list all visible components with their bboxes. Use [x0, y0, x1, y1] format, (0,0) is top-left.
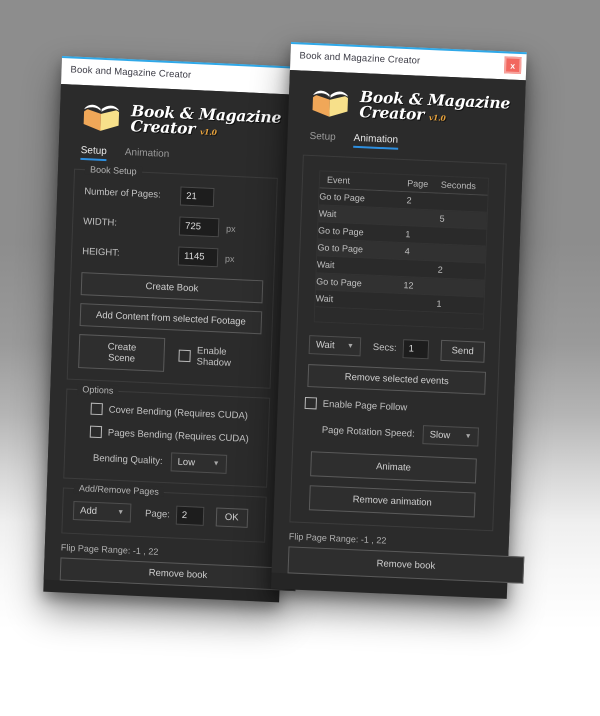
- pages-bending-box[interactable]: [89, 425, 103, 439]
- cover-bending-label: Cover Bending (Requires CUDA): [108, 403, 249, 422]
- logo-line-2-text: Creator: [130, 116, 196, 139]
- group-add-remove-pages: Add/Remove Pages Add ▼ Page: 2 OK: [61, 482, 267, 543]
- cell-seconds: [440, 194, 488, 212]
- remove-selected-events-button[interactable]: Remove selected events: [307, 364, 487, 395]
- cell-seconds: 2: [437, 264, 443, 275]
- page-label: Page:: [144, 508, 171, 521]
- logo-version: v1.0: [199, 127, 217, 138]
- pages-label: Number of Pages:: [84, 186, 161, 201]
- close-icon[interactable]: x: [503, 56, 522, 75]
- enable-page-follow-box[interactable]: [304, 396, 317, 410]
- tab-animation[interactable]: Animation: [124, 147, 170, 164]
- chevron-down-icon: ▼: [212, 460, 220, 468]
- column-seconds: Seconds: [440, 179, 477, 192]
- event-type-value: Wait: [315, 339, 335, 352]
- remove-animation-button[interactable]: Remove animation: [308, 485, 476, 518]
- width-label: WIDTH:: [83, 216, 118, 229]
- height-input[interactable]: 1145: [177, 246, 219, 268]
- window-setup[interactable]: Book and Magazine Creator Book & Magazin…: [43, 56, 298, 603]
- window-body-left: Book & Magazine Creator v1.0 Setup Animat…: [43, 83, 297, 592]
- window-animation[interactable]: Book and Magazine Creator x Book & Magaz…: [270, 42, 527, 599]
- row-add-remove: Add ▼ Page: 2 OK: [72, 500, 255, 528]
- event-type-select[interactable]: Wait ▼: [308, 335, 362, 357]
- open-book-icon: [81, 99, 122, 135]
- row-page-rotation-speed: Page Rotation Speed: Slow ▼: [321, 421, 490, 447]
- create-scene-button[interactable]: Create Scene: [78, 334, 166, 372]
- row-create-scene: Create Scene Enable Shadow: [78, 334, 261, 376]
- row-number-of-pages: Number of Pages: 21: [84, 182, 266, 209]
- pages-input[interactable]: 21: [179, 186, 215, 208]
- pages-bending-checkbox[interactable]: Pages Bending (Requires CUDA): [76, 425, 258, 445]
- logo-version: v1.0: [428, 113, 446, 123]
- window-body-right: Book & Magazine Creator v1.0 Setup Animat…: [271, 69, 526, 584]
- enable-page-follow-checkbox[interactable]: Enable Page Follow: [304, 396, 491, 417]
- page-rotation-speed-select[interactable]: Slow ▼: [422, 425, 479, 447]
- chevron-down-icon: ▼: [346, 342, 355, 351]
- group-book-setup: Book Setup Number of Pages: 21 WIDTH: 72…: [66, 164, 278, 389]
- cell-seconds: [438, 245, 486, 263]
- width-unit: px: [225, 223, 236, 234]
- page-rotation-speed-value: Slow: [429, 429, 451, 442]
- enable-page-follow-label: Enable Page Follow: [322, 398, 408, 413]
- cell-seconds: 1: [436, 298, 442, 309]
- ok-button[interactable]: OK: [215, 507, 248, 528]
- cover-bending-box[interactable]: [90, 402, 103, 416]
- events-table[interactable]: Event Page Seconds Go to Page 2 Wait 5 G…: [313, 170, 490, 330]
- bending-quality-label: Bending Quality:: [92, 452, 163, 467]
- group-add-remove-legend: Add/Remove Pages: [73, 482, 165, 498]
- page-input[interactable]: 2: [175, 505, 205, 526]
- chevron-down-icon: ▼: [464, 432, 472, 441]
- window-title: Book and Magazine Creator: [299, 50, 421, 67]
- column-event: Event: [326, 174, 351, 186]
- height-unit: px: [224, 253, 235, 264]
- cover-bending-checkbox[interactable]: Cover Bending (Requires CUDA): [77, 402, 259, 422]
- chevron-down-icon: ▼: [117, 508, 125, 517]
- enable-shadow-label: Enable Shadow: [196, 345, 232, 369]
- desktop-background: Book and Magazine Creator Book & Magazin…: [0, 0, 600, 716]
- send-button[interactable]: Send: [440, 339, 486, 363]
- width-input[interactable]: 725: [178, 216, 220, 238]
- tab-animation[interactable]: Animation: [353, 133, 398, 150]
- enable-shadow-checkbox[interactable]: Enable Shadow: [178, 345, 260, 371]
- row-event-controls: Wait ▼ Secs: 1 Send: [308, 334, 494, 363]
- group-book-setup-legend: Book Setup: [84, 164, 142, 177]
- cell-page: 4: [404, 246, 410, 257]
- logo-line-2-text: Creator: [359, 102, 425, 124]
- enable-shadow-box[interactable]: [178, 349, 192, 363]
- bending-quality-select[interactable]: Low ▼: [170, 452, 227, 474]
- add-remove-action-value: Add: [79, 505, 98, 518]
- animate-button[interactable]: Animate: [310, 451, 477, 484]
- cell-page: [404, 260, 438, 277]
- column-page: Page: [407, 178, 429, 190]
- row-width: WIDTH: 725 px: [83, 212, 265, 239]
- secs-label: Secs:: [372, 341, 397, 354]
- cell-page: 2: [406, 195, 412, 206]
- row-height: HEIGHT: 1145 px: [82, 242, 264, 269]
- cell-seconds: [437, 279, 485, 297]
- cell-page: [403, 294, 437, 311]
- secs-input[interactable]: 1: [402, 339, 429, 360]
- group-animation: Event Page Seconds Go to Page 2 Wait 5 G…: [289, 154, 507, 532]
- cell-page: 12: [403, 280, 414, 291]
- cell-page: [406, 209, 440, 226]
- tab-setup[interactable]: Setup: [80, 145, 107, 161]
- cell-seconds: 5: [439, 213, 445, 224]
- add-content-button[interactable]: Add Content from selected Footage: [79, 303, 263, 335]
- add-remove-action-select[interactable]: Add ▼: [72, 500, 132, 523]
- height-label: HEIGHT:: [81, 246, 120, 259]
- group-options-legend: Options: [77, 384, 119, 396]
- group-options: Options Cover Bending (Requires CUDA) Pa…: [63, 384, 271, 488]
- open-book-icon: [310, 85, 351, 121]
- page-rotation-speed-label: Page Rotation Speed:: [321, 424, 415, 440]
- create-book-button[interactable]: Create Book: [80, 272, 264, 304]
- pages-bending-label: Pages Bending (Requires CUDA): [107, 426, 249, 445]
- tab-setup[interactable]: Setup: [309, 131, 336, 147]
- window-title: Book and Magazine Creator: [70, 64, 192, 81]
- cell-page: 1: [405, 229, 411, 240]
- bending-quality-value: Low: [177, 456, 196, 469]
- row-bending-quality: Bending Quality: Low ▼: [75, 448, 257, 475]
- cell-seconds: [439, 228, 487, 246]
